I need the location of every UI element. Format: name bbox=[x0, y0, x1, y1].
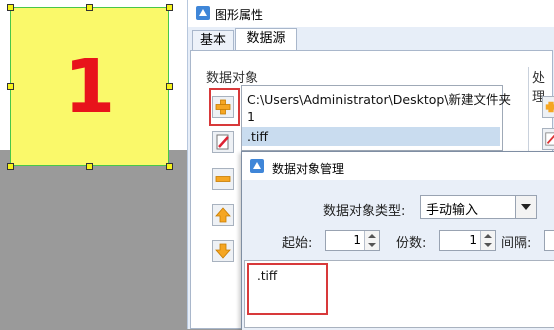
chevron-down-icon bbox=[516, 196, 536, 218]
copies-value: 1 bbox=[469, 233, 477, 247]
tab-strip: 基本 数据源 bbox=[188, 27, 554, 51]
dropdown-button[interactable] bbox=[515, 196, 536, 218]
data-object-list[interactable]: C:\Users\Administrator\Desktop\新建文件夹 1 .… bbox=[241, 85, 503, 151]
edit-icon bbox=[544, 129, 554, 149]
copies-spin-buttons[interactable] bbox=[480, 231, 495, 250]
spin-up-icon bbox=[484, 234, 492, 238]
edit-data-object-button[interactable] bbox=[212, 131, 234, 153]
start-value: 1 bbox=[353, 233, 361, 247]
resize-handle-bottom-left[interactable] bbox=[7, 163, 14, 170]
edit-icon bbox=[213, 132, 233, 152]
shape-text: 1 bbox=[64, 50, 116, 124]
tab-datasource[interactable]: 数据源 bbox=[235, 28, 297, 51]
dialog-title: 数据对象管理 bbox=[272, 160, 344, 177]
highlight-add-button bbox=[209, 88, 240, 126]
spin-down-icon bbox=[368, 243, 376, 247]
move-down-button[interactable] bbox=[212, 240, 234, 262]
highlight-content-box bbox=[247, 263, 328, 315]
dialog-titlebar[interactable]: 数据对象管理 bbox=[242, 152, 554, 180]
list-item[interactable]: C:\Users\Administrator\Desktop\新建文件夹 bbox=[247, 89, 511, 108]
add-icon bbox=[544, 97, 554, 117]
data-object-group-label: 数据对象 bbox=[206, 67, 258, 86]
window-titlebar[interactable]: 图形属性 bbox=[188, 0, 554, 27]
resize-handle-middle-left[interactable] bbox=[7, 83, 14, 90]
process-add-button[interactable] bbox=[542, 96, 554, 118]
move-up-icon bbox=[213, 205, 233, 225]
resize-handle-bottom-right[interactable] bbox=[166, 163, 173, 170]
window-title: 图形属性 bbox=[215, 6, 263, 23]
data-object-type-value: 手动输入 bbox=[426, 199, 478, 218]
interval-spinbox[interactable] bbox=[544, 230, 554, 251]
list-item-selected[interactable]: .tiff bbox=[242, 127, 500, 146]
remove-icon bbox=[213, 169, 233, 189]
move-up-button[interactable] bbox=[212, 204, 234, 226]
start-spinbox[interactable]: 1 bbox=[325, 230, 380, 251]
app-icon bbox=[196, 6, 210, 20]
copies-label: 份数: bbox=[396, 232, 426, 251]
copies-spinbox[interactable]: 1 bbox=[439, 230, 496, 251]
start-label: 起始: bbox=[282, 232, 312, 251]
selected-shape[interactable]: 1 bbox=[10, 7, 169, 166]
canvas-background bbox=[0, 150, 187, 329]
resize-handle-middle-right[interactable] bbox=[166, 83, 173, 90]
spin-up-icon bbox=[368, 234, 376, 238]
process-edit-button[interactable] bbox=[542, 128, 554, 150]
interval-label: 间隔: bbox=[501, 232, 531, 251]
resize-handle-top-left[interactable] bbox=[7, 4, 14, 11]
app-icon bbox=[250, 159, 264, 173]
tab-basic[interactable]: 基本 bbox=[192, 30, 234, 51]
start-spin-buttons[interactable] bbox=[364, 231, 379, 250]
resize-handle-top-middle[interactable] bbox=[86, 4, 93, 11]
resize-handle-bottom-middle[interactable] bbox=[86, 163, 93, 170]
data-object-type-label: 数据对象类型: bbox=[323, 200, 405, 219]
list-item[interactable]: 1 bbox=[247, 109, 255, 124]
delete-data-object-button[interactable] bbox=[212, 168, 234, 190]
move-down-icon bbox=[213, 241, 233, 261]
resize-handle-top-right[interactable] bbox=[166, 4, 173, 11]
data-object-type-select[interactable]: 手动输入 bbox=[420, 195, 537, 219]
spin-down-icon bbox=[484, 243, 492, 247]
